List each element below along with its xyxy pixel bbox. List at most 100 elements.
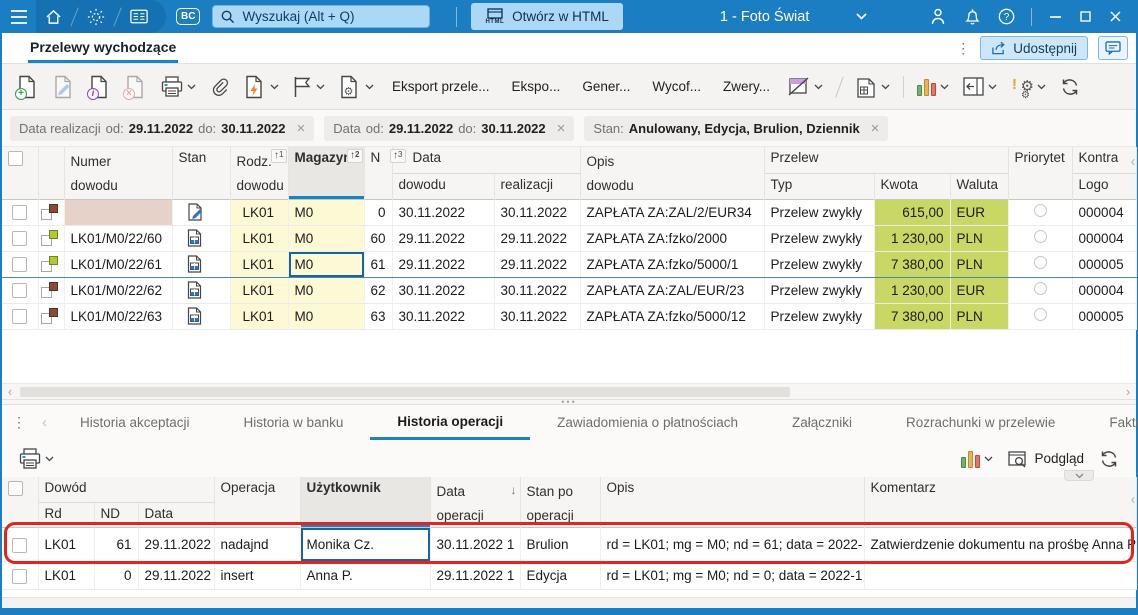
priority-radio[interactable]: [1033, 282, 1047, 295]
cell-stan-po[interactable]: Edycja: [520, 561, 601, 591]
remove-filter-icon[interactable]: ×: [871, 120, 880, 137]
cell-data-dowodu[interactable]: 30.11.2022: [392, 303, 495, 330]
cell-data[interactable]: 29.11.2022: [138, 561, 215, 591]
cell-rd[interactable]: LK01: [38, 561, 95, 591]
col-header-typ[interactable]: Typ: [764, 173, 875, 199]
cell-numer[interactable]: LK01/M0/22/60: [64, 225, 173, 252]
cell-stan[interactable]: [172, 303, 231, 330]
share-button[interactable]: Udostępnij: [980, 36, 1088, 60]
hamburger-menu-button[interactable]: [2, 0, 36, 33]
select-all-header[interactable]: [2, 147, 39, 199]
col-header-rd[interactable]: Rd: [38, 502, 95, 528]
cell-rodz[interactable]: LK01: [230, 250, 289, 278]
news-button[interactable]: [122, 0, 156, 33]
cell-numer[interactable]: [64, 199, 173, 226]
filter-chip-data[interactable]: Data od: 29.11.2022 do: 30.11.2022 ×: [324, 115, 575, 141]
remove-filter-icon[interactable]: ×: [297, 120, 306, 137]
cell-stan[interactable]: [172, 250, 231, 278]
minimize-button[interactable]: [1040, 0, 1070, 33]
cell-komentarz[interactable]: [864, 561, 1137, 591]
col-header-numer-dowodu[interactable]: Numer dowodu: [64, 147, 173, 199]
row-checkbox[interactable]: [12, 568, 28, 584]
notes-disabled-button[interactable]: [783, 73, 828, 101]
col-header-priorytet[interactable]: Priorytet: [1008, 147, 1073, 199]
cell-typ[interactable]: Przelew zwykły: [764, 225, 875, 252]
col-header-data[interactable]: Data: [138, 502, 215, 528]
export-button[interactable]: Ekspo...: [503, 75, 570, 98]
cell-rodz[interactable]: LK01: [230, 277, 289, 304]
cell-uzytkownik-focused[interactable]: Monika Cz.: [300, 527, 431, 563]
cell-data-operacji[interactable]: 30.11.2022 1: [430, 527, 521, 563]
cell-n[interactable]: 61: [364, 250, 393, 278]
cell-data-dowodu[interactable]: 29.11.2022: [392, 225, 495, 252]
cell-logo[interactable]: 000004: [1072, 199, 1137, 226]
cell-typ[interactable]: Przelew zwykły: [764, 277, 875, 304]
quick-operations-button[interactable]: [239, 71, 284, 103]
table-row[interactable]: LK01/M0/22/60 LK01 M0 60 29.11.2022 29.1…: [2, 225, 1137, 252]
export-transfers-button[interactable]: Eksport przele...: [383, 75, 499, 98]
cell-magazyn[interactable]: M0: [288, 277, 365, 304]
cell-opis[interactable]: ZAPŁATA ZA:fzko/5000/1: [580, 250, 765, 278]
row-checkbox[interactable]: [12, 256, 28, 272]
cell-magazyn-focused[interactable]: M0: [288, 250, 365, 278]
cell-data-dowodu[interactable]: 29.11.2022: [392, 250, 495, 278]
col-header-stan[interactable]: Stan: [172, 147, 231, 199]
refresh-button[interactable]: [1055, 73, 1085, 101]
detail-chart-button[interactable]: [956, 446, 998, 472]
cell-n[interactable]: 62: [364, 277, 393, 304]
cell-n[interactable]: 60: [364, 225, 393, 252]
tab-historia-akceptacji[interactable]: Historia akceptacji: [53, 405, 217, 440]
cell-rd[interactable]: LK01: [38, 527, 95, 563]
cell-magazyn[interactable]: M0: [288, 199, 365, 226]
cell-rodz[interactable]: LK01: [230, 225, 289, 252]
col-header-waluta[interactable]: Waluta: [950, 173, 1009, 199]
cell-waluta[interactable]: PLN: [950, 303, 1009, 330]
title-dropdown-chevron[interactable]: [844, 0, 878, 33]
priority-radio[interactable]: [1033, 230, 1047, 243]
cell-n[interactable]: 63: [364, 303, 393, 330]
col-header-operacja[interactable]: Operacja: [214, 477, 301, 528]
col-header-data-dowodu[interactable]: dowodu: [392, 173, 495, 199]
col-header-logo[interactable]: Logo: [1072, 173, 1137, 199]
tab-faktury[interactable]: Faktury kos: [1082, 405, 1138, 440]
row-checkbox[interactable]: [12, 230, 28, 246]
cell-rodz[interactable]: LK01: [230, 303, 289, 330]
summary-button[interactable]: [851, 72, 895, 102]
select-all-checkbox[interactable]: [8, 150, 23, 166]
cell-kwota[interactable]: 7 380,00: [874, 250, 951, 278]
tabs-scroll-left-icon[interactable]: ‹: [36, 405, 53, 440]
verify-button[interactable]: Zwery...: [714, 75, 779, 98]
cell-waluta[interactable]: PLN: [950, 225, 1009, 252]
collapse-panel-button[interactable]: [1064, 470, 1094, 481]
cell-waluta[interactable]: EUR: [950, 199, 1009, 226]
open-in-html-button[interactable]: HTML Otwórz w HTML: [471, 3, 623, 30]
delete-document-button[interactable]: ×: [120, 71, 152, 103]
col-header-rodz-dowodu[interactable]: Rodz. dowodu ↑ 1: [230, 147, 289, 199]
cell-typ[interactable]: Przelew zwykły: [764, 250, 875, 278]
comments-button[interactable]: [1098, 36, 1128, 60]
cell-opis[interactable]: rd = LK01; mg = M0; nd = 61; data = 2022…: [600, 527, 865, 563]
cell-stan-po[interactable]: Brulion: [520, 527, 601, 563]
daily-overview-button[interactable]: [79, 0, 113, 33]
cell-data-realizacji[interactable]: 30.11.2022: [494, 303, 581, 330]
priority-radio[interactable]: [1033, 204, 1047, 217]
tab-zawiadomienia[interactable]: Zawiadomienia o płatnościach: [530, 405, 765, 440]
new-document-button[interactable]: +: [12, 71, 44, 103]
col-header-komentarz[interactable]: Komentarz ‹: [864, 477, 1137, 528]
cell-numer[interactable]: LK01/M0/22/61: [64, 250, 173, 278]
tab-przelewy-wychodzace[interactable]: Przelewy wychodzące: [28, 33, 179, 63]
cell-kwota[interactable]: 7 380,00: [874, 303, 951, 330]
help-icon[interactable]: ?: [989, 0, 1023, 33]
history-row-highlighted[interactable]: LK01 61 29.11.2022 nadajnd Monika Cz. 30…: [2, 527, 1137, 563]
cell-waluta[interactable]: EUR: [950, 277, 1009, 304]
col-header-opis-dowodu[interactable]: Opis dowodu: [580, 147, 765, 199]
cell-n[interactable]: 0: [364, 199, 393, 226]
cell-nd[interactable]: 61: [94, 527, 139, 563]
cell-data[interactable]: 29.11.2022: [138, 527, 215, 563]
col-header-stan-po-operacji[interactable]: Stan po operacji: [520, 477, 601, 528]
cell-waluta[interactable]: PLN: [950, 250, 1009, 278]
cell-numer[interactable]: LK01/M0/22/63: [64, 303, 173, 330]
col-header-n[interactable]: N ↑ 3: [364, 147, 406, 199]
close-button[interactable]: [1100, 0, 1130, 33]
table-row[interactable]: LK01 M0 0 30.11.2022 30.11.2022 ZAPŁATA …: [2, 199, 1137, 226]
